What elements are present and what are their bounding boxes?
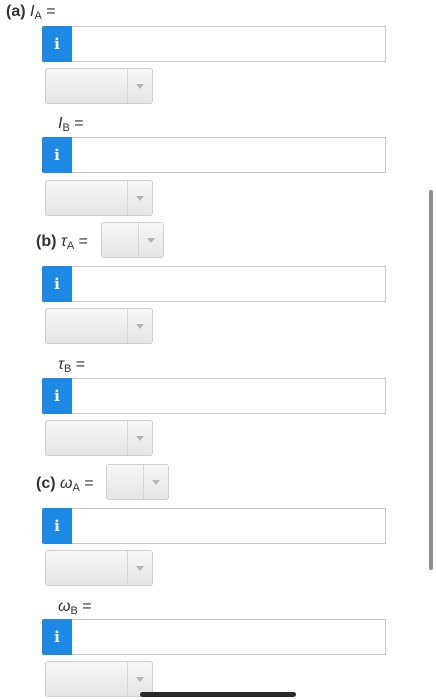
chevron-down-icon — [138, 223, 163, 257]
answer-row-I-B: i — [42, 137, 386, 173]
info-icon[interactable]: i — [42, 26, 72, 62]
label-omega-B: ωB = — [58, 598, 92, 617]
label-tau-B: τB = — [58, 356, 86, 375]
answer-row-omega-A: i — [42, 508, 386, 544]
unit-dropdown-tau-A[interactable] — [45, 308, 153, 344]
answer-input-omega-A[interactable] — [72, 508, 386, 544]
unit-dropdown-omega-A[interactable] — [45, 550, 153, 586]
info-icon[interactable]: i — [42, 378, 72, 414]
info-icon[interactable]: i — [42, 266, 72, 302]
answer-input-I-B[interactable] — [72, 137, 386, 173]
label-omega-A: (c) ωA = — [36, 475, 94, 494]
home-indicator-bar[interactable] — [140, 692, 296, 697]
answer-row-tau-A: i — [42, 266, 386, 302]
label-tau-A: (b) τA = — [36, 233, 89, 252]
info-icon[interactable]: i — [42, 619, 72, 655]
chevron-down-icon — [127, 309, 152, 343]
answer-input-I-A[interactable] — [72, 26, 386, 62]
chevron-down-icon — [127, 421, 152, 455]
direction-dropdown-tau-A[interactable] — [101, 222, 164, 258]
vertical-scrollbar[interactable] — [429, 190, 433, 570]
answer-row-omega-B: i — [42, 619, 386, 655]
label-I-B: IB = — [58, 115, 84, 134]
chevron-down-icon — [127, 551, 152, 585]
unit-dropdown-tau-B[interactable] — [45, 420, 153, 456]
chevron-down-icon — [127, 662, 152, 696]
chevron-down-icon — [127, 181, 152, 215]
homework-page: (a) IA = i IB = i (b) τA = i τB = i (c) … — [0, 0, 436, 700]
unit-dropdown-I-B[interactable] — [45, 180, 153, 216]
label-I-A: (a) IA = — [6, 3, 56, 22]
answer-row-I-A: i — [42, 26, 386, 62]
chevron-down-icon — [143, 465, 168, 499]
info-icon[interactable]: i — [42, 137, 72, 173]
answer-input-tau-B[interactable] — [72, 378, 386, 414]
answer-input-omega-B[interactable] — [72, 619, 386, 655]
info-icon[interactable]: i — [42, 508, 72, 544]
unit-dropdown-I-A[interactable] — [45, 68, 153, 104]
chevron-down-icon — [127, 69, 152, 103]
direction-dropdown-omega-A[interactable] — [106, 464, 169, 500]
answer-row-tau-B: i — [42, 378, 386, 414]
unit-dropdown-omega-B[interactable] — [45, 661, 153, 697]
answer-input-tau-A[interactable] — [72, 266, 386, 302]
